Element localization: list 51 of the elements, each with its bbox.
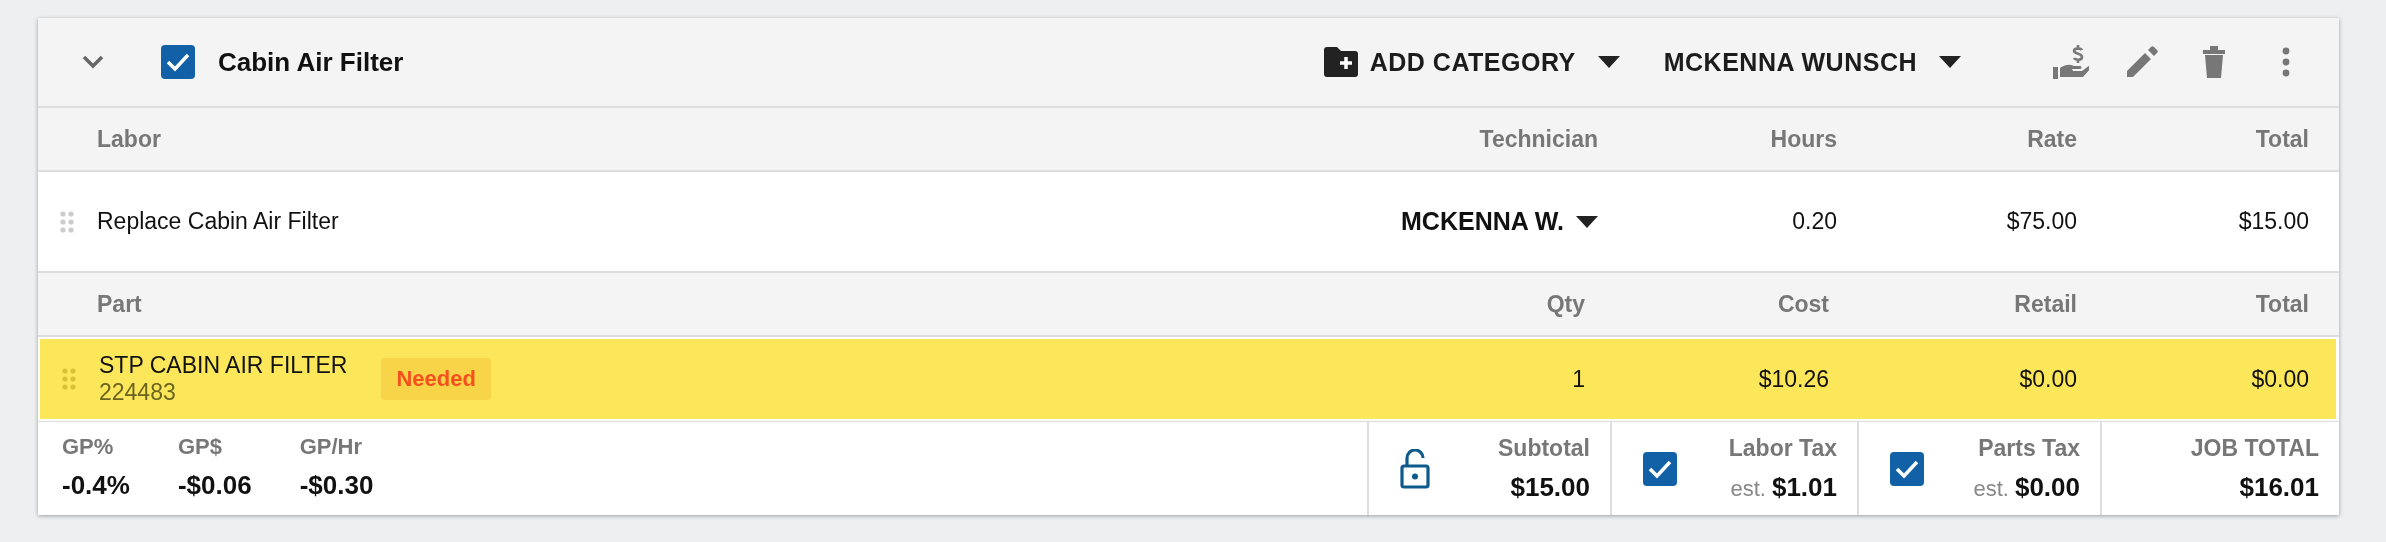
column-header: Cost <box>1776 290 1829 318</box>
tax-value: $0.00 <box>2014 471 2080 503</box>
table-cell-text: $75.00 <box>2005 208 2077 235</box>
status-badge: Needed <box>381 358 491 400</box>
labor-description: Replace Cabin Air Filter <box>97 208 340 235</box>
column-header: Part <box>97 290 143 318</box>
gp-label: GP/Hr <box>299 434 363 460</box>
job-total-label: JOB TOTAL <box>2190 434 2319 462</box>
subtotal-label: Subtotal <box>1498 434 1590 462</box>
column-header: Hours <box>1769 125 1837 153</box>
unlocked-padlock-icon[interactable] <box>1399 448 1431 489</box>
gp-value: -0.4% <box>62 470 130 501</box>
table-cell-text: $10.26 <box>1757 365 1829 393</box>
add-category-button[interactable]: ADD CATEGORY <box>1321 43 1620 81</box>
job-total-value: $16.01 <box>2239 471 2319 503</box>
checkbox[interactable] <box>1642 450 1678 487</box>
part-name: STP CABIN AIR FILTER <box>99 352 348 379</box>
subtotal-value: $15.00 <box>1510 471 1590 503</box>
column-header: Total <box>2254 290 2309 318</box>
job-title: Cabin Air Filter <box>218 46 404 78</box>
column-header: Technician <box>1478 125 1598 153</box>
tax-label: Parts Tax <box>1978 434 2080 462</box>
gp-label: GP$ <box>177 434 223 460</box>
technician-dropdown[interactable]: MCKENNA W. <box>1401 207 1598 236</box>
table-cell-text: $15.00 <box>2237 208 2309 235</box>
caret-icon <box>1597 56 1620 68</box>
column-header: Labor <box>97 125 162 153</box>
column-header: Retail <box>2013 290 2077 318</box>
table-cell-text: $0.00 <box>2018 365 2077 393</box>
column-header: Total <box>2254 125 2309 153</box>
gp-value: -$0.06 <box>177 470 252 501</box>
table-cell-text: 0.20 <box>1791 208 1837 235</box>
caret-icon <box>1576 215 1598 228</box>
drag-handle-icon[interactable] <box>62 368 76 390</box>
gp-value: -$0.30 <box>299 470 374 501</box>
checkbox[interactable] <box>160 44 196 80</box>
tax-label: Labor Tax <box>1728 434 1837 462</box>
technician-dropdown[interactable]: MCKENNA WUNSCH <box>1663 47 1961 77</box>
estimate-prefix: est. <box>1973 475 2009 502</box>
gp-label: GP% <box>62 434 115 460</box>
column-header: Qty <box>1545 290 1585 318</box>
table-cell-text: 1 <box>1571 365 1585 393</box>
caret-icon <box>1939 56 1961 68</box>
checkbox[interactable] <box>1889 450 1925 487</box>
hand-dollar-icon[interactable] <box>2051 43 2089 81</box>
tax-value: $1.01 <box>1771 471 1837 503</box>
part-number: 224483 <box>99 379 177 406</box>
table-cell-text: $0.00 <box>2250 365 2309 393</box>
drag-handle-icon[interactable] <box>60 210 74 233</box>
column-header: Rate <box>2026 125 2077 153</box>
estimate-prefix: est. <box>1730 475 1766 502</box>
